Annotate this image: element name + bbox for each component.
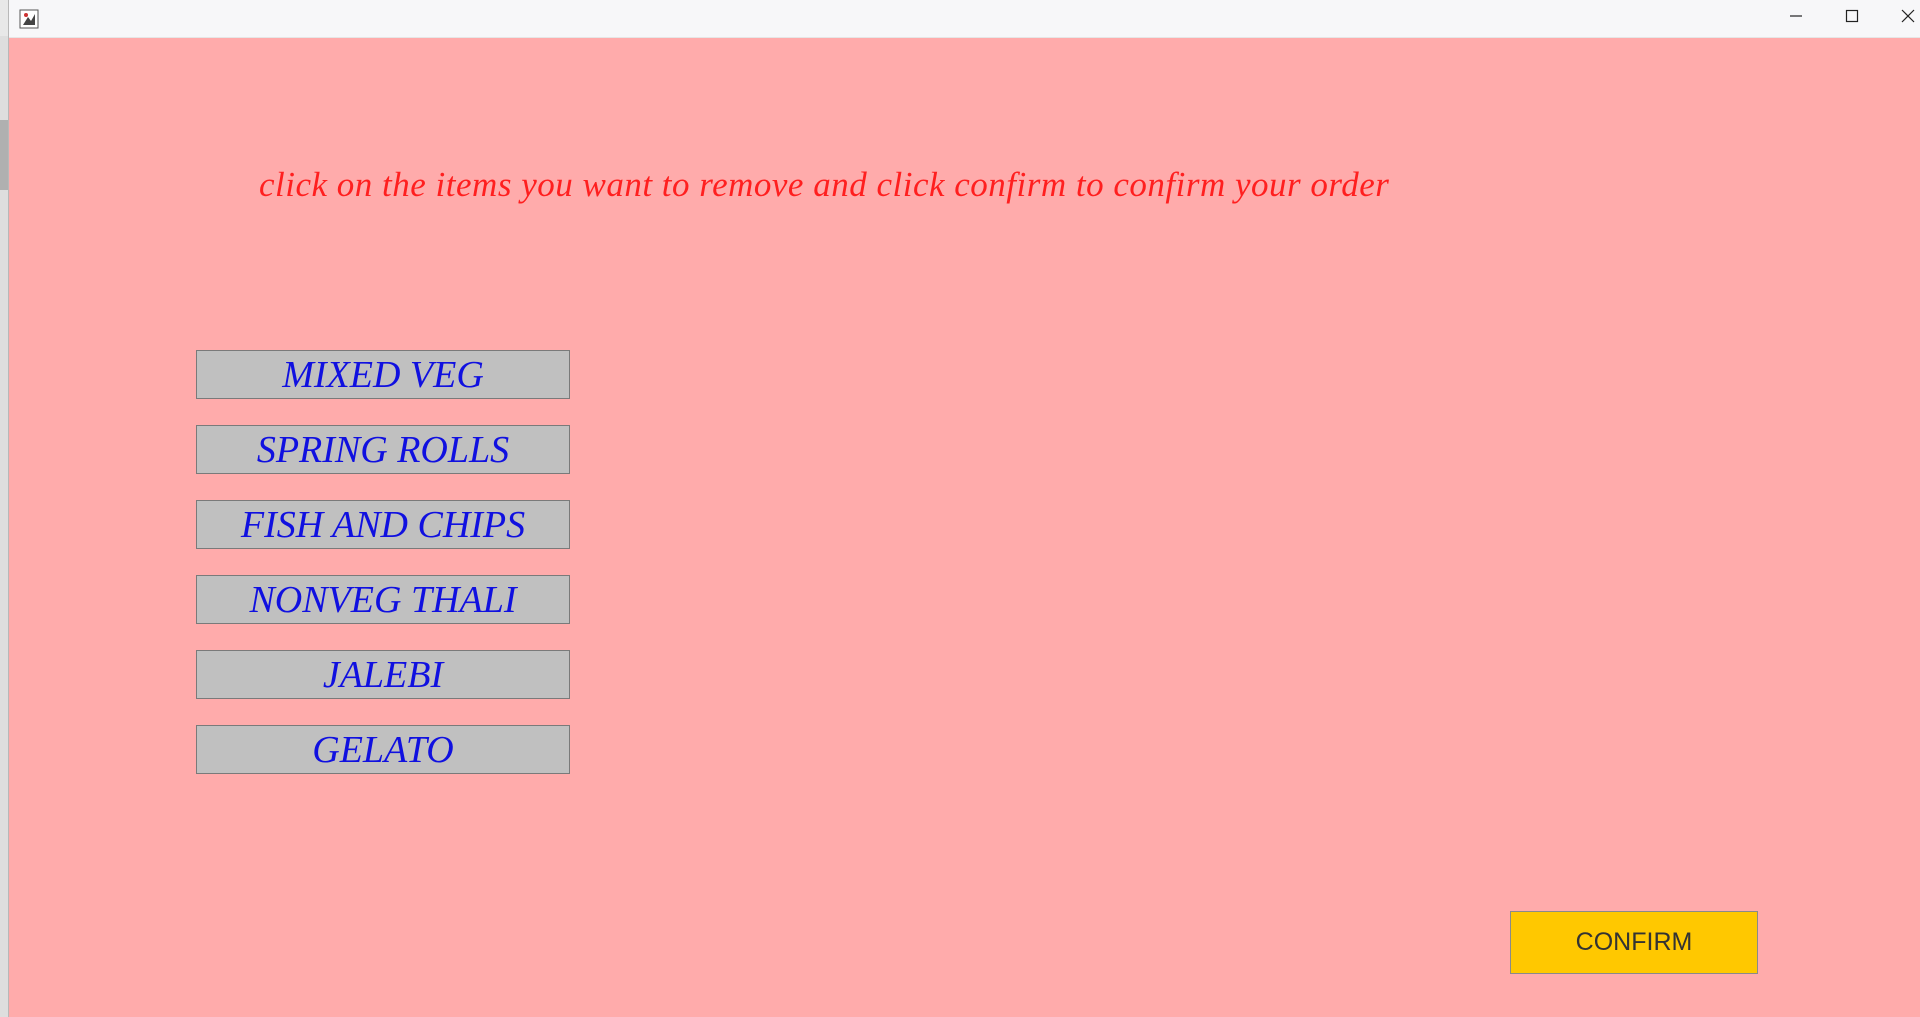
minimize-button[interactable] — [1767, 0, 1825, 37]
item-button-spring-rolls[interactable]: SPRING ROLLS — [196, 425, 570, 474]
item-button-nonveg-thali[interactable]: NONVEG THALI — [196, 575, 570, 624]
instruction-label: click on the items you want to remove an… — [259, 165, 1390, 204]
maximize-icon — [1845, 9, 1859, 28]
maximize-button[interactable] — [1823, 0, 1881, 37]
confirm-button[interactable]: CONFIRM — [1510, 911, 1758, 974]
item-button-gelato[interactable]: GELATO — [196, 725, 570, 774]
item-button-fish-and-chips[interactable]: FISH AND CHIPS — [196, 500, 570, 549]
java-app-icon — [19, 9, 39, 29]
close-button[interactable] — [1879, 0, 1920, 37]
item-button-jalebi[interactable]: JALEBI — [196, 650, 570, 699]
item-button-mixed-veg[interactable]: MIXED VEG — [196, 350, 570, 399]
content-panel: click on the items you want to remove an… — [9, 37, 1920, 1017]
background-window-edge — [0, 36, 8, 1017]
close-icon — [1901, 9, 1915, 28]
minimize-icon — [1789, 9, 1803, 28]
title-bar[interactable] — [9, 0, 1920, 38]
app-window: click on the items you want to remove an… — [8, 0, 1920, 1017]
